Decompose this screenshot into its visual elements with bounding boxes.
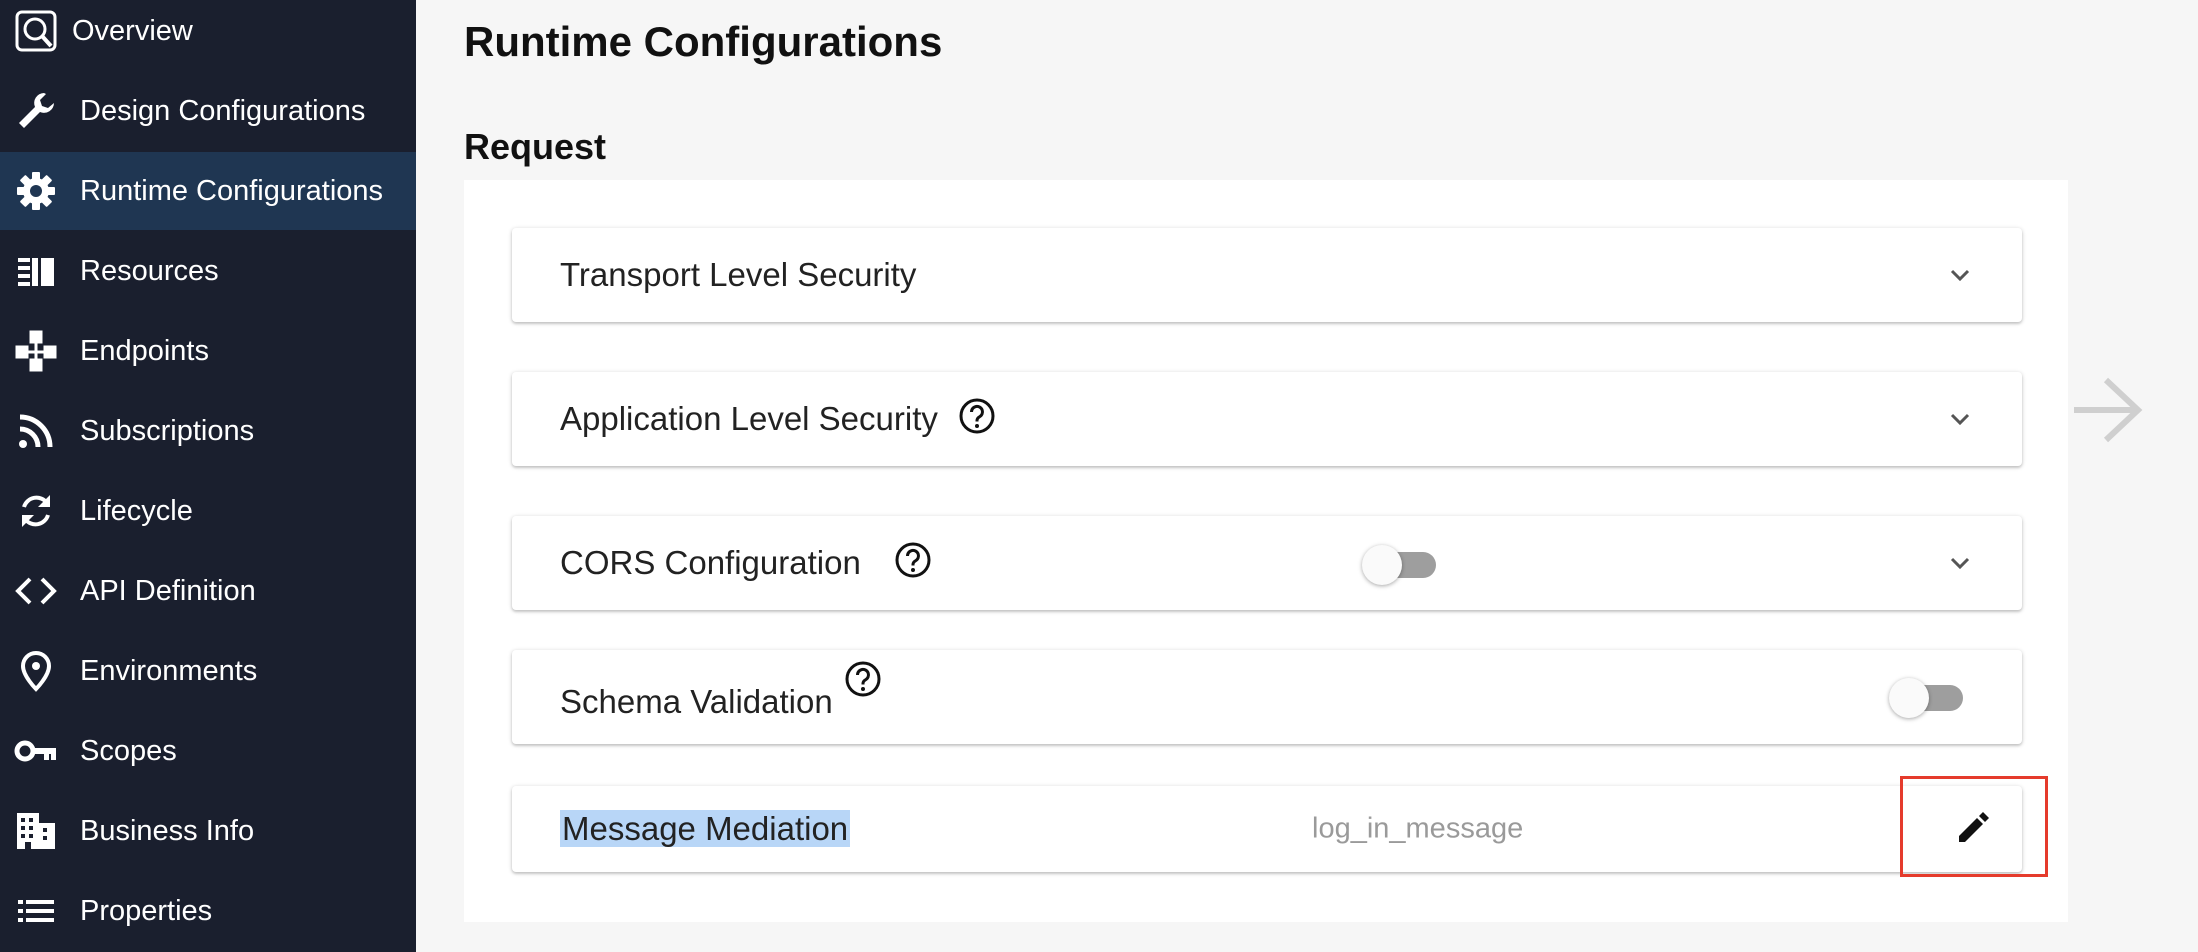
sidebar-item-endpoints[interactable]: Endpoints <box>0 312 416 390</box>
page-title: Runtime Configurations <box>464 18 943 65</box>
sidebar-item-design-configurations[interactable]: Design Configurations <box>0 72 416 150</box>
card-label: Message Mediation <box>560 810 851 848</box>
sidebar-item-properties[interactable]: Properties <box>0 872 416 950</box>
sidebar-item-business-info[interactable]: Business Info <box>0 792 416 870</box>
card-label: Schema Validation <box>560 683 833 720</box>
sidebar-item-label: Endpoints <box>80 334 209 367</box>
arrow-right-icon[interactable] <box>2070 376 2144 444</box>
chevron-down-icon[interactable] <box>1946 261 1974 289</box>
sidebar-item-label: Business Info <box>80 814 255 847</box>
help-icon[interactable] <box>958 397 996 435</box>
sidebar-item-label: Runtime Configurations <box>80 174 384 207</box>
sidebar-item-label: Resources <box>80 254 219 287</box>
key-icon <box>14 729 58 773</box>
gear-icon <box>14 169 58 213</box>
sidebar-item-subscriptions[interactable]: Subscriptions <box>0 392 416 470</box>
sidebar-item-label: Overview <box>72 14 193 47</box>
message-mediation-label: Message Mediation <box>560 810 851 847</box>
wrench-icon <box>14 89 58 133</box>
edit-mediation-button[interactable] <box>1900 776 2048 877</box>
list-icon <box>14 889 58 933</box>
sidebar-item-label: Properties <box>80 894 213 927</box>
sidebar-item-label: Design Configurations <box>80 94 366 127</box>
toggle-knob <box>1362 545 1402 585</box>
sidebar-item-resources[interactable]: Resources <box>0 232 416 310</box>
sidebar-item-api-definition[interactable]: API Definition <box>0 552 416 630</box>
message-mediation-card[interactable]: Message Mediation log_in_message <box>512 776 2048 877</box>
help-icon[interactable] <box>844 660 882 698</box>
card-label: CORS Configuration <box>560 544 861 581</box>
sidebar-item-label: Lifecycle <box>80 494 193 527</box>
cors-toggle[interactable] <box>1362 543 1440 585</box>
help-icon[interactable] <box>894 541 932 579</box>
sidebar-item-label: Environments <box>80 654 258 687</box>
sidebar-item-label: Scopes <box>80 734 177 767</box>
mediation-policy-value: log_in_message <box>1312 812 1524 845</box>
sidebar-item-runtime-configurations[interactable]: Runtime Configurations <box>0 152 416 230</box>
schema-validation-toggle[interactable] <box>1889 676 1967 718</box>
resources-icon <box>14 249 58 293</box>
sidebar-item-overview[interactable]: Overview <box>0 0 416 70</box>
sidebar-item-scopes[interactable]: Scopes <box>0 712 416 790</box>
cycle-icon <box>14 489 58 533</box>
chevron-down-icon[interactable] <box>1946 549 1974 577</box>
overview-icon <box>14 9 58 53</box>
sidebar-item-environments[interactable]: Environments <box>0 632 416 710</box>
location-pin-icon <box>14 649 58 693</box>
pencil-icon <box>1959 811 1989 842</box>
chevron-down-icon[interactable] <box>1946 405 1974 433</box>
transport-level-security-card[interactable]: Transport Level Security <box>512 228 2022 322</box>
sidebar-item-lifecycle[interactable]: Lifecycle <box>0 472 416 550</box>
cors-configuration-card[interactable]: CORS Configuration <box>512 516 2022 610</box>
request-panel: Transport Level Security Application Lev… <box>464 180 2068 922</box>
endpoints-icon <box>14 329 58 373</box>
sidebar: Overview Design Configurations Runtime C… <box>0 0 416 952</box>
sidebar-item-label: API Definition <box>80 574 256 607</box>
sidebar-item-label: Subscriptions <box>80 414 255 447</box>
toggle-knob <box>1889 678 1929 718</box>
section-title-request: Request <box>464 126 607 167</box>
application-level-security-card[interactable]: Application Level Security <box>512 372 2022 466</box>
code-icon <box>14 569 58 613</box>
card-label: Application Level Security <box>560 400 938 437</box>
building-icon <box>14 809 58 853</box>
schema-validation-card[interactable]: Schema Validation <box>512 650 2022 744</box>
card-label: Transport Level Security <box>560 256 917 293</box>
rss-icon <box>14 409 58 453</box>
